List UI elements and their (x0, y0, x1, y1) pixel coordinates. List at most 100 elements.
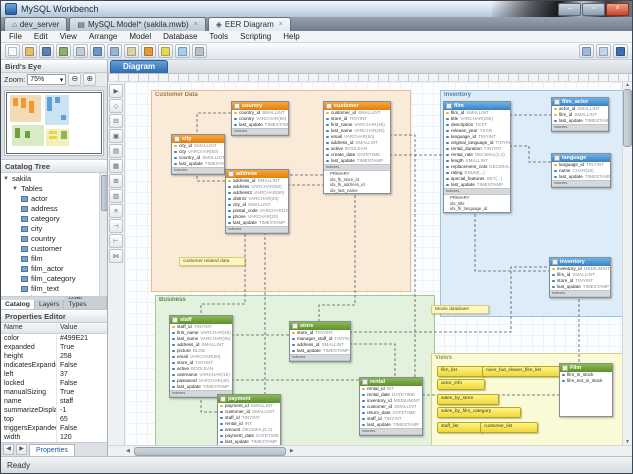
sidebar-tab-layers[interactable]: Layers (35, 300, 64, 309)
new-table-icon[interactable] (141, 44, 156, 58)
table-figure-film_actor[interactable]: film_actoractor_idSMALLINTfilm_idSMALLIN… (551, 97, 609, 132)
options-icon[interactable] (192, 44, 207, 58)
tree-item-film[interactable]: film (3, 254, 107, 264)
indexes-section-bar[interactable]: Indexes (550, 290, 610, 297)
property-value[interactable]: False (57, 361, 107, 370)
indexes-section-bar[interactable]: Indexes (226, 226, 288, 233)
column-row[interactable]: last_updateTIMESTAMP (226, 220, 288, 226)
zoom-in-icon[interactable]: ⊕ (83, 73, 96, 86)
table-figure-city[interactable]: citycity_idSMALLINTcityVARCHAR(50)countr… (171, 134, 225, 175)
indexes-section-bar[interactable]: Indexes (324, 164, 390, 171)
property-row[interactable]: summarizeDisplay-1 (1, 406, 107, 415)
table-tool-icon[interactable]: ⊞ (109, 174, 123, 188)
menu-item-database[interactable]: Database (157, 32, 203, 41)
column-row[interactable]: last_updateTIMESTAMP (324, 158, 390, 164)
table-header[interactable]: customer (324, 102, 390, 110)
property-row[interactable]: indicatesExpandedFalse (1, 361, 107, 370)
property-row[interactable]: width120 (1, 433, 107, 442)
scroll-left-icon[interactable]: ◀ (124, 448, 132, 454)
property-value[interactable]: False (57, 424, 107, 433)
note[interactable]: customer related data (179, 257, 245, 266)
expand-arrow-icon[interactable]: ▼ (12, 184, 18, 194)
undo-icon[interactable] (90, 44, 105, 58)
view-actor_info[interactable]: actor_info (437, 379, 485, 390)
relationship-1-n-tool-icon[interactable]: ⊢ (109, 234, 123, 248)
property-value[interactable]: 120 (57, 433, 107, 442)
table-header[interactable]: language (552, 154, 610, 162)
table-figure-customer[interactable]: customercustomer_idSMALLINTstore_idTINYI… (323, 101, 391, 194)
menu-item-help[interactable]: Help (277, 32, 305, 41)
hand-tool-icon[interactable]: ◇ (109, 99, 123, 113)
tree-item-film_actor[interactable]: film_actor (3, 264, 107, 274)
table-figure-rental[interactable]: rentalrental_idINTrental_dateDATETIMEinv… (359, 377, 423, 436)
property-row[interactable]: expandedTrue (1, 343, 107, 352)
view-sales_by_store[interactable]: sales_by_store (437, 394, 499, 405)
column-row[interactable]: last_updateTIMESTAMP (290, 348, 350, 354)
index-row[interactable]: idx_last_name (324, 188, 390, 194)
column-row[interactable]: last_updateTIMESTAMP (552, 118, 608, 124)
minimize-button[interactable]: – (558, 3, 581, 16)
table-header[interactable]: country (232, 102, 288, 110)
property-value[interactable]: -1 (57, 406, 107, 415)
routine-group-tool-icon[interactable]: ≡ (109, 204, 123, 218)
menu-item-view[interactable]: View (54, 32, 83, 41)
column-row[interactable]: last_updateTIMESTAMP (360, 422, 422, 428)
tab-eer-diagram[interactable]: ◈EER Diagram× (208, 17, 291, 31)
close-tab-icon[interactable]: × (279, 21, 283, 28)
view-staff_list[interactable]: staff_list (437, 422, 483, 433)
new-routine-icon[interactable] (175, 44, 190, 58)
column-row[interactable]: last_updateTIMESTAMP (232, 122, 288, 128)
menu-item-model[interactable]: Model (123, 32, 157, 41)
tab-diagram[interactable]: Diagram (110, 60, 168, 73)
property-row[interactable]: color#499E21 (1, 334, 107, 343)
menu-item-tools[interactable]: Tools (203, 32, 234, 41)
expand-arrow-icon[interactable]: ▼ (3, 174, 9, 184)
table-figure-payment[interactable]: paymentpayment_idSMALLINTcustomer_idSMAL… (217, 394, 281, 445)
tree-scrollbar[interactable] (99, 173, 107, 296)
eraser-tool-icon[interactable]: ⊟ (109, 114, 123, 128)
tree-item-category[interactable]: category (3, 214, 107, 224)
property-row[interactable]: triggersExpandedFalse (1, 424, 107, 433)
property-value[interactable]: True (57, 388, 107, 397)
routine-group-header[interactable]: Film (560, 364, 612, 372)
routine-group-film[interactable]: Filmfilm_in_stockfilm_not_in_stock (559, 363, 613, 417)
tree-item-film_text[interactable]: film_text (3, 284, 107, 294)
zoom-select[interactable]: 75%▾ (27, 74, 66, 85)
property-row[interactable]: left37 (1, 370, 107, 379)
search-icon[interactable] (124, 44, 139, 58)
table-header[interactable]: film (444, 102, 510, 110)
image-tool-icon[interactable]: ▦ (109, 159, 123, 173)
property-row[interactable]: top65 (1, 415, 107, 424)
indexes-section-bar[interactable]: Indexes (172, 167, 224, 174)
indexes-section-bar[interactable]: Indexes (444, 188, 510, 195)
column-row[interactable]: last_updateTIMESTAMP (170, 384, 232, 390)
print-icon[interactable] (73, 44, 88, 58)
menu-item-file[interactable]: File (3, 32, 28, 41)
close-button[interactable]: × (606, 3, 629, 16)
birds-eye-minimap[interactable] (1, 87, 107, 160)
tree-item-film_category[interactable]: film_category (3, 274, 107, 284)
maximize-button[interactable]: ▫ (582, 3, 605, 16)
tree-item-city[interactable]: city (3, 224, 107, 234)
new-view-icon[interactable] (158, 44, 173, 58)
table-figure-film[interactable]: filmfilm_idSMALLINTtitleVARCHAR(255)desc… (443, 101, 511, 213)
relationship-n-m-tool-icon[interactable]: ⋈ (109, 249, 123, 263)
relationship-1-1-tool-icon[interactable]: ⊣ (109, 219, 123, 233)
title-bar[interactable]: MySQL Workbench – ▫ × (1, 1, 632, 17)
property-row[interactable]: namestaff (1, 397, 107, 406)
zoom-out-icon[interactable]: ⊖ (68, 73, 81, 86)
table-header[interactable]: city (172, 135, 224, 143)
tree-item-customer[interactable]: customer (3, 244, 107, 254)
scroll-right-icon[interactable]: ▶ (288, 448, 296, 454)
toggle-bottom-panel-icon[interactable] (596, 44, 611, 58)
column-row[interactable]: last_updateTIMESTAMP (550, 284, 610, 290)
column-row[interactable]: last_updateTIMESTAMP (552, 174, 610, 180)
menu-item-edit[interactable]: Edit (28, 32, 54, 41)
toggle-left-panel-icon[interactable] (579, 44, 594, 58)
vertical-scroll-thumb[interactable] (623, 89, 632, 147)
vertical-scrollbar[interactable]: ▲ ▼ (622, 82, 632, 445)
tab-dev-server[interactable]: ⌂dev_server (4, 17, 67, 31)
table-header[interactable]: address (226, 170, 288, 178)
bottom-tab-properties[interactable]: Properties (29, 444, 75, 456)
property-row[interactable]: manualSizingTrue (1, 388, 107, 397)
